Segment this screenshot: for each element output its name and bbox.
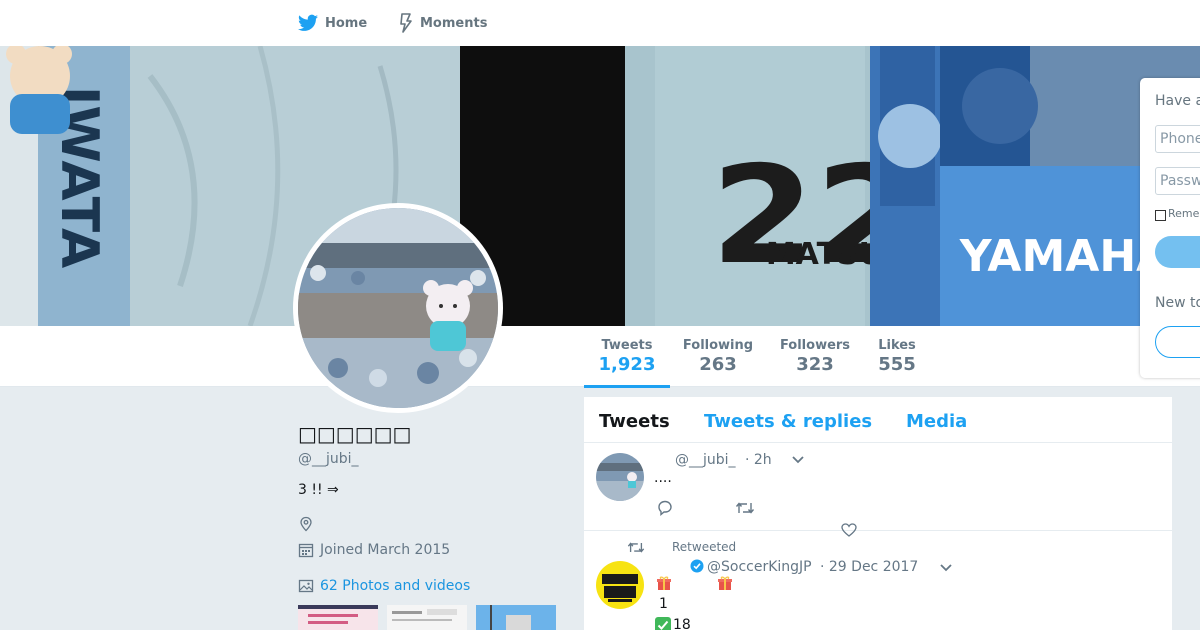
- stat-following[interactable]: Following 263: [680, 338, 756, 375]
- chevron-down-icon[interactable]: [791, 455, 805, 465]
- soccer-king-logo: [596, 561, 644, 609]
- stat-value: 323: [796, 354, 834, 375]
- profile-avatar[interactable]: [293, 203, 503, 413]
- login-heading: Have a: [1155, 93, 1200, 109]
- tweet-time[interactable]: · 2h: [745, 452, 772, 468]
- top-navigation: Home Moments: [0, 0, 1200, 47]
- stat-value: 555: [878, 354, 916, 375]
- photos-videos-link[interactable]: 62 Photos and videos: [298, 578, 470, 594]
- nav-moments[interactable]: Moments: [399, 0, 487, 46]
- profile-banner: IWATA 22 MATSUI YAMAHA: [0, 46, 1200, 326]
- timeline: Tweets Tweets & replies Media @__jubi_ ·…: [584, 397, 1172, 630]
- stat-value: 1,923: [598, 354, 656, 375]
- tweet-time[interactable]: · 29 Dec 2017: [820, 559, 918, 575]
- retweet-icon[interactable]: [735, 501, 755, 515]
- tweet-handle[interactable]: @SoccerKingJP: [707, 559, 812, 575]
- profile-joined: Joined March 2015: [298, 542, 450, 558]
- stat-followers[interactable]: Followers 323: [779, 338, 851, 375]
- stat-tweets[interactable]: Tweets 1,923: [584, 338, 670, 388]
- login-panel: Have a Phone Passw Reme New to: [1140, 78, 1200, 378]
- profile-name[interactable]: □□□□□□: [298, 422, 411, 446]
- photo-thumbnail[interactable]: [476, 605, 556, 630]
- thumbnail-image: [476, 605, 556, 630]
- gift-icon: [718, 576, 732, 590]
- banner-photo: IWATA 22 MATSUI YAMAHA: [0, 46, 1200, 326]
- password-input[interactable]: Passw: [1155, 167, 1200, 195]
- tweet-text-line: 18: [673, 617, 691, 630]
- phone-input[interactable]: Phone: [1155, 125, 1200, 153]
- check-mark-icon: [655, 617, 671, 630]
- login-button[interactable]: [1155, 236, 1200, 268]
- timeline-tabs: Tweets Tweets & replies Media: [584, 397, 1172, 443]
- bird-icon: [298, 14, 318, 31]
- banner-sponsor: YAMAHA: [959, 231, 1170, 282]
- retweeted-label: Retweeted: [672, 540, 737, 554]
- nav-home-label: Home: [325, 15, 368, 31]
- tweet[interactable]: Retweeted @SoccerKingJP · 29 Dec 2017 1 …: [584, 531, 1172, 630]
- tweet[interactable]: @__jubi_ · 2h ....: [584, 443, 1172, 537]
- tab-tweets[interactable]: Tweets: [599, 411, 670, 432]
- retweet-icon: [627, 542, 645, 553]
- nav-moments-label: Moments: [420, 15, 488, 31]
- joined-text: Joined March 2015: [320, 542, 451, 558]
- stat-likes[interactable]: Likes 555: [873, 338, 921, 375]
- tweet-avatar-image: [596, 453, 644, 501]
- remember-checkbox[interactable]: [1155, 210, 1166, 221]
- thumbnail-image: [298, 605, 378, 630]
- stat-label: Likes: [878, 338, 916, 353]
- stat-label: Tweets: [601, 338, 653, 353]
- location-pin-icon: [300, 516, 312, 532]
- remember-label: Reme: [1168, 207, 1200, 220]
- stat-value: 263: [699, 354, 737, 375]
- tweet-text: ....: [654, 470, 672, 486]
- stat-label: Followers: [779, 338, 851, 353]
- profile-location: [298, 516, 320, 532]
- tweet-avatar[interactable]: [596, 561, 644, 609]
- photo-thumbnail[interactable]: [387, 605, 467, 630]
- tweet-handle[interactable]: @__jubi_: [675, 452, 736, 468]
- tab-media[interactable]: Media: [906, 411, 967, 432]
- tweet-avatar[interactable]: [596, 453, 644, 501]
- profile-stats-bar: Tweets 1,923 Following 263 Followers 323…: [0, 326, 1200, 388]
- profile-bio: 3 !! ⇒: [298, 482, 339, 498]
- photos-videos-label: 62 Photos and videos: [320, 578, 471, 594]
- chevron-down-icon[interactable]: [939, 563, 953, 573]
- image-icon: [298, 579, 314, 593]
- nav-home[interactable]: Home: [298, 0, 367, 46]
- reply-icon[interactable]: [656, 500, 674, 516]
- thumbnail-image: [387, 605, 467, 630]
- new-to-label: New to: [1155, 295, 1200, 311]
- lightning-icon: [400, 13, 412, 33]
- tab-tweets-and-replies[interactable]: Tweets & replies: [704, 411, 872, 432]
- avatar-photo: [298, 208, 498, 408]
- verified-badge-icon: [690, 559, 704, 573]
- stat-label: Following: [682, 338, 754, 353]
- tweet-text-line: 1: [659, 596, 668, 612]
- photo-thumbnail[interactable]: [298, 605, 378, 630]
- gift-icon: [657, 576, 671, 590]
- profile-handle[interactable]: @__jubi_: [298, 451, 359, 467]
- calendar-icon: [298, 543, 314, 558]
- signup-button[interactable]: [1155, 326, 1200, 358]
